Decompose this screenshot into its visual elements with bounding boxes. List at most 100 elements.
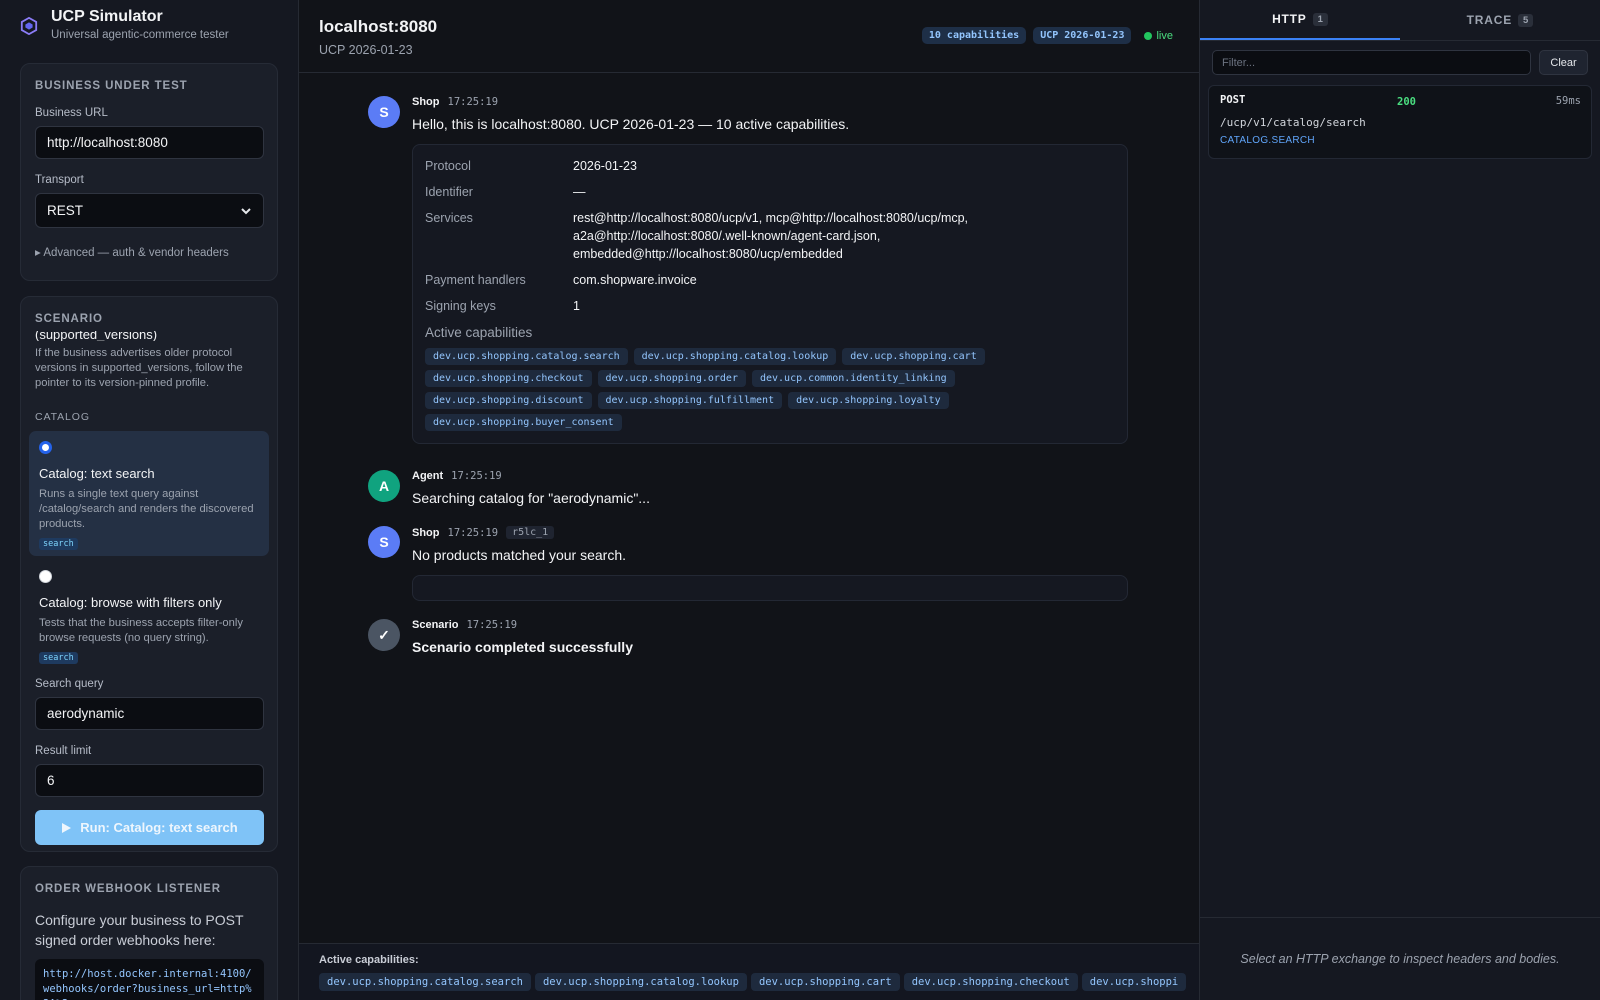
- http-path: /ucp/v1/catalog/search: [1220, 116, 1366, 129]
- message-sender: Shop: [412, 96, 440, 108]
- scenario-radio[interactable]: [39, 570, 52, 583]
- message-sender: Scenario: [412, 619, 459, 631]
- message-time: 17:25:19: [447, 526, 499, 539]
- capability-tag: dev.ucp.shopping.order: [597, 370, 746, 387]
- info-row-services: Services rest@http://localhost:8080/ucp/v…: [425, 209, 1115, 263]
- scenario-item-desc: Runs a single text query against /catalo…: [39, 488, 254, 530]
- info-value: —: [573, 185, 586, 199]
- capability-tag: dev.ucp.shopping.checkout: [425, 370, 592, 387]
- transport-label: Transport: [35, 174, 84, 186]
- http-exchange-item[interactable]: POST 200 59ms /ucp/v1/catalog/search CAT…: [1208, 85, 1592, 159]
- clear-button[interactable]: Clear: [1539, 50, 1588, 75]
- chevron-down-icon: [241, 207, 251, 214]
- app-title: UCP Simulator: [51, 8, 163, 25]
- scenario-item-title: Catalog: browse with filters only: [39, 595, 222, 610]
- active-capabilities-label: Active capabilities:: [319, 954, 419, 966]
- ucp-version-badge: UCP 2026-01-23: [1033, 27, 1132, 44]
- inspector-empty-state: Select an HTTP exchange to inspect heade…: [1200, 917, 1600, 1000]
- business-panel: BUSINESS UNDER TEST Business URL http://…: [20, 63, 278, 281]
- business-url-label: Business URL: [35, 107, 108, 119]
- message-sender: Agent: [412, 470, 444, 482]
- message-scenario-complete: ✓ Scenario 17:25:19 Scenario completed s…: [368, 619, 1113, 655]
- capability-tags: dev.ucp.shopping.catalog.search dev.ucp.…: [425, 348, 1115, 431]
- capabilities-count-badge: 10 capabilities: [921, 27, 1027, 44]
- info-row-payment-handlers: Payment handlers com.shopware.invoice: [425, 271, 1115, 289]
- info-key: Payment handlers: [425, 273, 526, 287]
- scenario-item-text-search[interactable]: Catalog: text search Runs a single text …: [29, 431, 269, 556]
- active-capabilities-title: Active capabilities: [425, 325, 533, 340]
- capability-tag: dev.ucp.shopping.catalog.lookup: [534, 973, 747, 991]
- hexagon-logo-icon: [20, 17, 38, 35]
- tab-label: TRACE: [1466, 13, 1513, 27]
- webhook-desc: Configure your business to POST signed o…: [35, 912, 244, 948]
- capability-tag: dev.ucp.shopping.discount: [425, 392, 592, 409]
- capability-tag: dev.ucp.shopping.fulfillment: [597, 392, 783, 409]
- capability-tag: dev.ucp.shopping.buyer_consent: [425, 414, 622, 431]
- scenario-item-tag: search: [39, 652, 78, 664]
- avatar: A: [368, 470, 400, 502]
- live-status: live: [1144, 30, 1173, 42]
- message-shop-hello: S Shop 17:25:19 Hello, this is localhost…: [368, 96, 1128, 444]
- scenario-partial-desc: If the business advertises older protoco…: [35, 347, 243, 389]
- message-ref-badge: r5lc_1: [506, 526, 555, 539]
- app-root: UCP Simulator Universal agentic-commerce…: [0, 0, 1600, 1000]
- message-time: 17:25:19: [451, 470, 502, 482]
- scenario-item-tag: search: [39, 538, 78, 550]
- message-time: 17:25:19: [466, 619, 518, 631]
- header-badges: 10 capabilities UCP 2026-01-23 live: [921, 27, 1173, 44]
- capability-tag: dev.ucp.shopping.catalog.search: [425, 348, 628, 365]
- webhook-panel: ORDER WEBHOOK LISTENER Configure your bu…: [20, 866, 278, 1000]
- search-query-input[interactable]: aerodynamic: [35, 697, 264, 730]
- scenario-partial-title: (supported_versions): [35, 331, 158, 341]
- tab-label: HTTP: [1272, 12, 1307, 26]
- scenario-list[interactable]: (supported_versions) If the business adv…: [21, 331, 277, 664]
- brand: UCP Simulator Universal agentic-commerce…: [0, 0, 298, 52]
- tab-count: 5: [1518, 13, 1534, 27]
- info-value: 2026-01-23: [573, 159, 637, 173]
- result-limit-input[interactable]: 6: [35, 764, 264, 797]
- scenario-item-title: Catalog: text search: [39, 466, 155, 481]
- message-text: Scenario completed successfully: [412, 639, 633, 655]
- avatar: S: [368, 96, 400, 128]
- business-panel-title: BUSINESS UNDER TEST: [35, 80, 188, 92]
- capability-tag: dev.ucp.shoppi: [1081, 973, 1187, 991]
- run-scenario-button[interactable]: Run: Catalog: text search: [35, 810, 264, 845]
- info-value: com.shopware.invoice: [573, 273, 697, 287]
- info-row-signing-keys: Signing keys 1: [425, 297, 1115, 315]
- advanced-toggle[interactable]: ▸ Advanced — auth & vendor headers: [35, 245, 263, 259]
- transport-value: REST: [47, 203, 84, 218]
- capability-tag: dev.ucp.shopping.checkout: [903, 973, 1078, 991]
- filter-input[interactable]: Filter...: [1212, 50, 1532, 75]
- capability-tag: dev.ucp.shopping.catalog.lookup: [633, 348, 837, 365]
- webhook-panel-title: ORDER WEBHOOK LISTENER: [35, 883, 221, 895]
- run-scenario-label: Run: Catalog: text search: [80, 820, 238, 835]
- http-duration: 59ms: [1555, 95, 1581, 107]
- message-shop-no-results: S Shop 17:25:19 r5lc_1 No products match…: [368, 526, 1128, 601]
- bottom-capability-tags: dev.ucp.shopping.catalog.search dev.ucp.…: [319, 973, 1187, 991]
- info-value: 1: [573, 299, 580, 313]
- scenario-group-label: CATALOG: [35, 411, 90, 423]
- scenario-radio-selected[interactable]: [39, 441, 52, 454]
- result-limit-label: Result limit: [35, 745, 92, 757]
- scenario-panel-title: SCENARIO: [35, 313, 103, 325]
- live-label: live: [1156, 29, 1173, 42]
- capability-tag: dev.ucp.common.identity_linking: [751, 370, 955, 387]
- page-subtitle: UCP 2026-01-23: [319, 43, 413, 57]
- filter-row: Filter... Clear: [1200, 41, 1600, 84]
- business-url-input[interactable]: http://localhost:8080: [35, 126, 264, 159]
- main-header: localhost:8080 UCP 2026-01-23 10 capabil…: [299, 0, 1199, 73]
- tab-http[interactable]: HTTP 1: [1200, 0, 1400, 40]
- info-row-protocol: Protocol 2026-01-23: [425, 157, 1115, 175]
- scenario-item-browse-filters[interactable]: Catalog: browse with filters only Tests …: [29, 560, 269, 664]
- transport-select[interactable]: REST: [35, 193, 264, 228]
- capability-tag: dev.ucp.shopping.loyalty: [788, 392, 949, 409]
- http-status: 200: [1397, 96, 1416, 108]
- conversation-panel: localhost:8080 UCP 2026-01-23 10 capabil…: [299, 0, 1200, 1000]
- tab-trace[interactable]: TRACE 5: [1400, 0, 1600, 40]
- webhook-url[interactable]: http://host.docker.internal:4100/webhook…: [35, 959, 264, 1000]
- info-key: Signing keys: [425, 299, 496, 313]
- http-operation: CATALOG.SEARCH: [1220, 135, 1315, 146]
- info-value: rest@http://localhost:8080/ucp/v1, mcp@h…: [573, 211, 969, 261]
- live-dot-icon: [1144, 31, 1153, 40]
- info-key: Identifier: [425, 185, 473, 199]
